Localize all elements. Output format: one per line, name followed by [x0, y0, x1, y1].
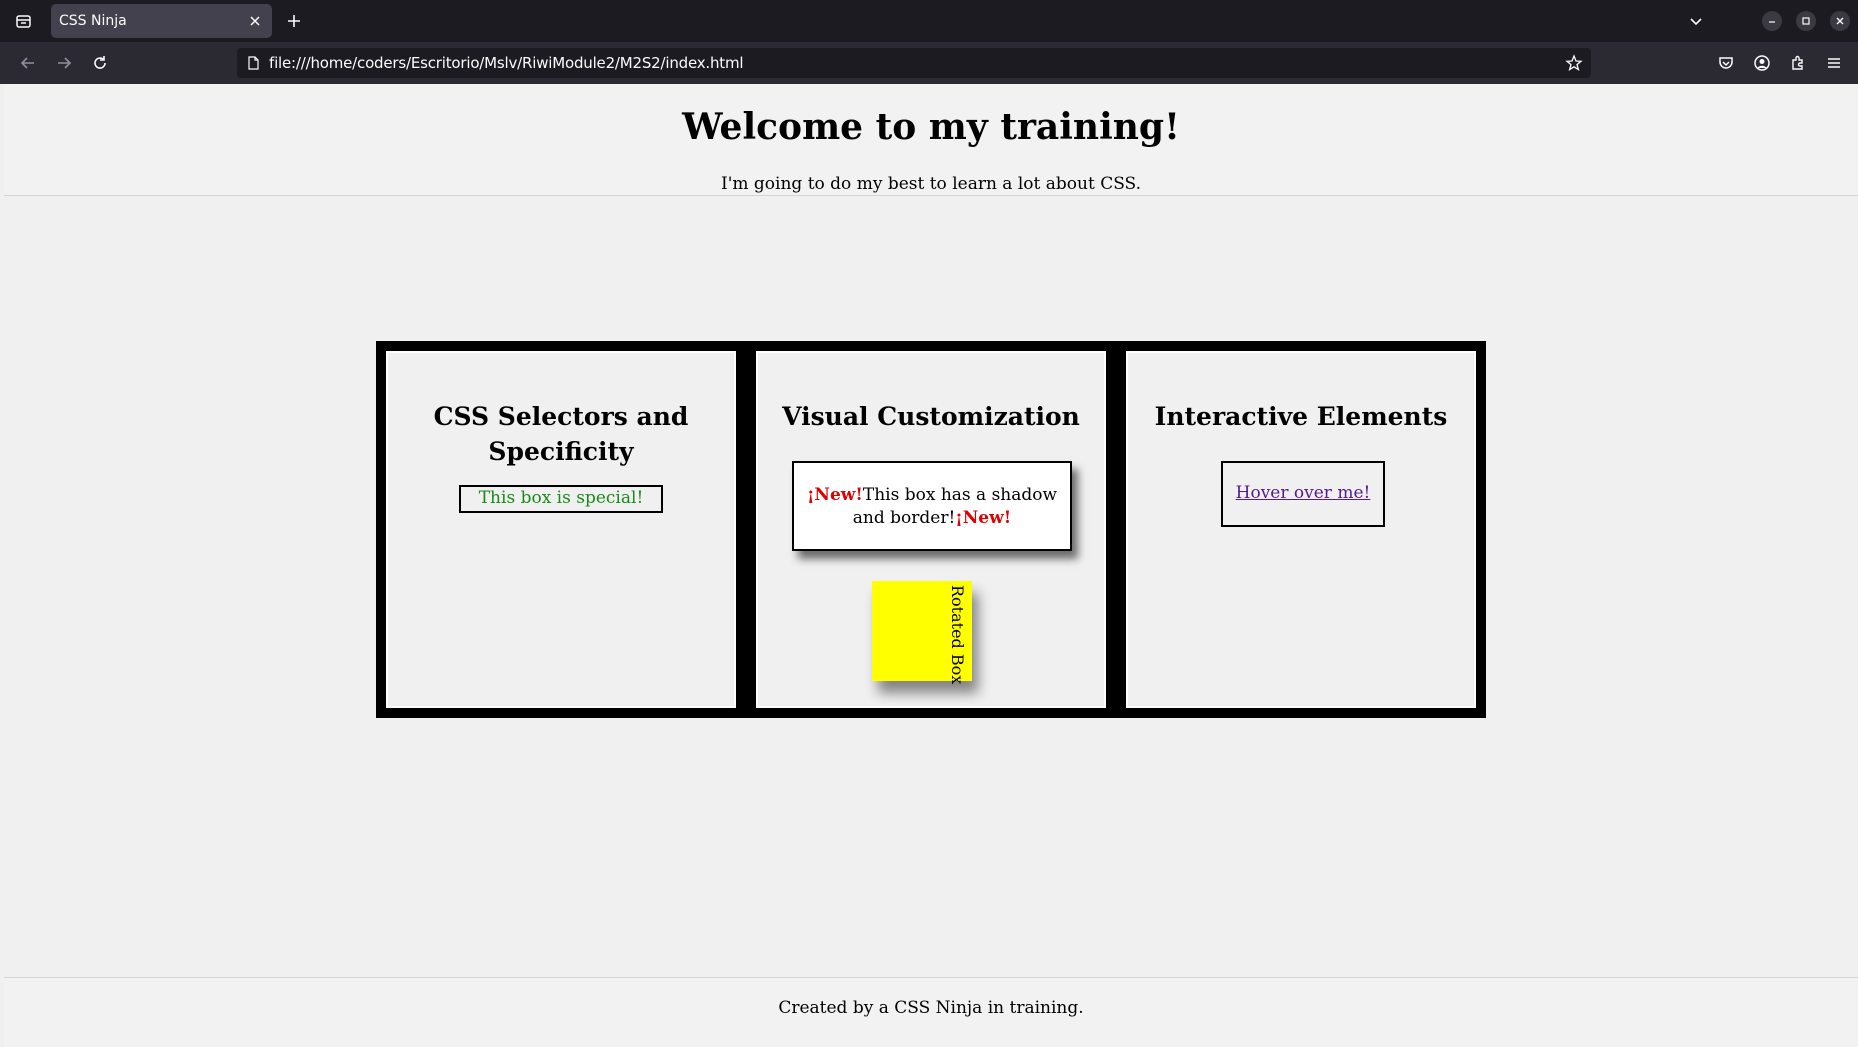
- page-tagline: I'm going to do my best to learn a lot a…: [721, 174, 1141, 194]
- site-header: Welcome to my training! I'm going to do …: [4, 84, 1858, 196]
- tab-close-icon[interactable]: [246, 12, 264, 30]
- rotated-box: Rotated Box: [872, 581, 972, 685]
- window-restore-icon[interactable]: [1796, 11, 1816, 31]
- page-title: Welcome to my training!: [682, 106, 1180, 148]
- url-bar[interactable]: file:///home/coders/Escritorio/Mslv/Riwi…: [237, 48, 1591, 78]
- page-icon: [245, 55, 261, 71]
- footer-text: Created by a CSS Ninja in training.: [778, 998, 1084, 1018]
- new-tab-icon[interactable]: [284, 11, 304, 31]
- window-close-icon[interactable]: [1830, 11, 1850, 31]
- tab-list-icon[interactable]: [12, 11, 36, 31]
- extensions-icon[interactable]: [1788, 53, 1808, 73]
- back-arrow-icon[interactable]: [18, 53, 38, 73]
- special-box: This box is special!: [459, 485, 663, 513]
- browser-tab-active[interactable]: CSS Ninja: [51, 4, 272, 38]
- reload-icon[interactable]: [90, 53, 110, 73]
- card-visual-customization: Visual Customization ¡New!This box has a…: [756, 351, 1106, 708]
- browser-nav-bar: file:///home/coders/Escritorio/Mslv/Riwi…: [0, 42, 1858, 84]
- card-interactive-elements: Interactive Elements Hover over me!: [1126, 351, 1476, 708]
- site-footer: Created by a CSS Ninja in training.: [4, 977, 1858, 1047]
- chevron-down-icon[interactable]: [1686, 11, 1706, 31]
- shadow-box: ¡New!This box has a shadow and border!¡N…: [792, 461, 1072, 551]
- hamburger-menu-icon[interactable]: [1824, 53, 1844, 73]
- rotated-box-label: Rotated Box: [948, 585, 967, 685]
- card-title: Visual Customization: [782, 402, 1080, 431]
- hover-link[interactable]: Hover over me!: [1236, 483, 1371, 503]
- new-badge: ¡New!: [806, 485, 863, 505]
- bookmark-star-icon[interactable]: [1565, 54, 1583, 72]
- account-icon[interactable]: [1752, 53, 1772, 73]
- forward-arrow-icon[interactable]: [54, 53, 74, 73]
- url-text[interactable]: file:///home/coders/Escritorio/Mslv/Riwi…: [269, 54, 744, 72]
- card-title: Interactive Elements: [1154, 402, 1448, 431]
- tab-title: CSS Ninja: [59, 13, 127, 29]
- card-title: CSS Selectors and Specificity: [433, 402, 689, 466]
- page-viewport: Welcome to my training! I'm going to do …: [4, 84, 1858, 1047]
- window-minimize-icon[interactable]: [1762, 11, 1782, 31]
- cards-container: CSS Selectors and Specificity This box i…: [376, 341, 1486, 718]
- new-badge: ¡New!: [955, 508, 1012, 528]
- hover-box[interactable]: Hover over me!: [1221, 461, 1385, 527]
- pocket-icon[interactable]: [1716, 53, 1736, 73]
- card-css-selectors: CSS Selectors and Specificity This box i…: [386, 351, 736, 708]
- browser-tab-bar: CSS Ninja: [0, 0, 1858, 42]
